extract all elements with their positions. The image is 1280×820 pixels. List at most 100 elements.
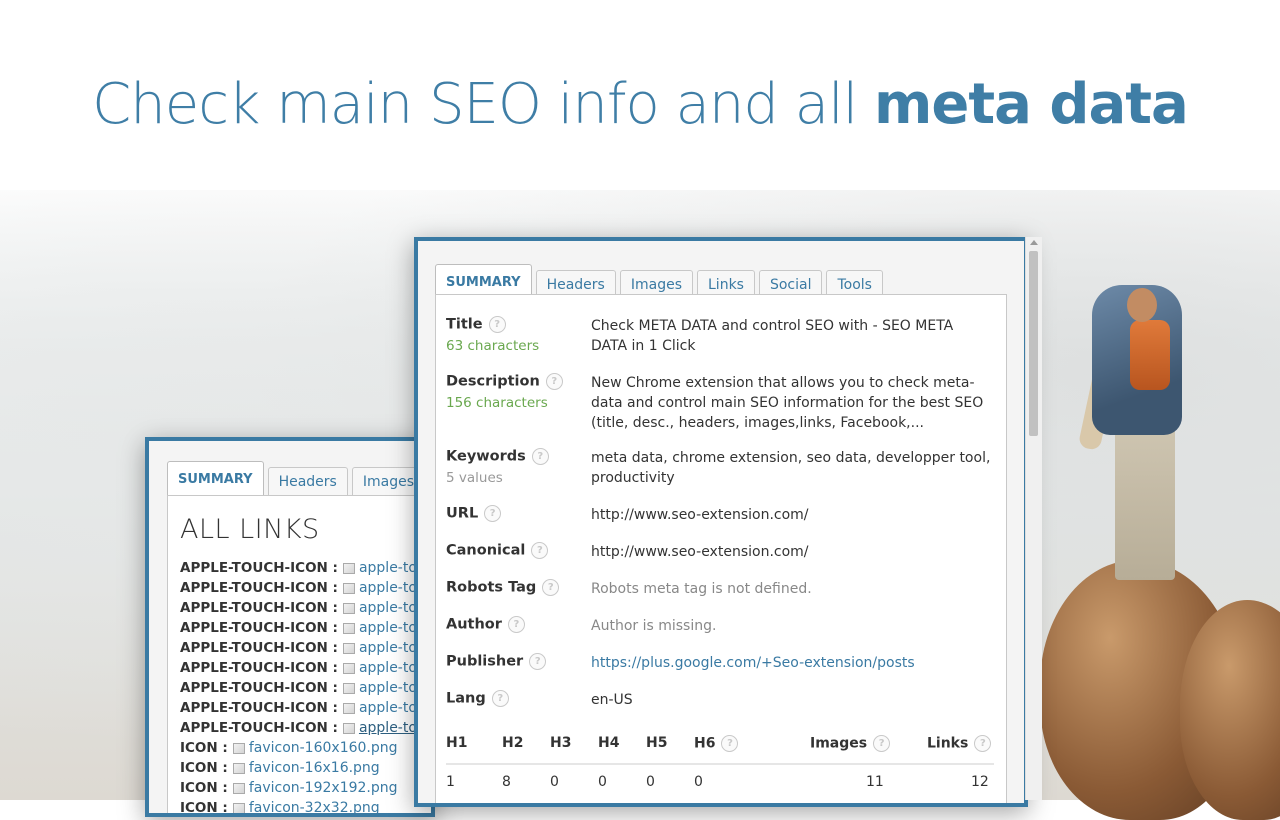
list-item: ICON : favicon-160x160.png [180,738,431,758]
char-count: 63 characters [446,338,540,354]
link-type-label: APPLE-TOUCH-ICON : [180,560,338,576]
tab-headers[interactable]: Headers [267,467,348,495]
header-images-label: Images [810,735,868,752]
row-key-label: Lang [446,690,486,707]
row-value: Robots meta tag is not defined. [591,581,812,597]
value-images: 11 [866,774,884,790]
help-icon[interactable]: ? [974,735,992,752]
scroll-up-arrow-icon[interactable] [1030,240,1038,245]
hero-title: Check main SEO info and all meta data [0,72,1280,137]
help-icon[interactable]: ? [545,373,563,390]
help-icon[interactable]: ? [873,735,891,752]
image-icon [342,642,355,654]
links-heading: ALL LINKS [180,514,320,545]
row-key: Robots Tag? [446,579,560,596]
link-type-label: ICON : [180,800,228,816]
row-key-label: URL [446,505,479,522]
image-icon [342,722,355,734]
row-key: Description? [446,373,563,390]
list-item: APPLE-TOUCH-ICON : apple-touch [180,678,431,698]
link-value[interactable]: favicon-16x16.png [249,760,380,776]
list-item: APPLE-TOUCH-ICON : apple-touch [180,558,431,578]
help-icon[interactable]: ? [507,616,525,633]
value-h1: 1 [446,774,455,790]
row-value: http://www.seo-extension.com/ [591,507,809,523]
tab-summary[interactable]: SUMMARY [435,264,532,298]
image-icon [342,622,355,634]
list-item: ICON : favicon-16x16.png [180,758,431,778]
hero-title-light: Check main SEO info and all [92,72,874,137]
row-key-label: Publisher [446,653,524,670]
list-item: APPLE-TOUCH-ICON : apple-touch [180,658,431,678]
list-item: APPLE-TOUCH-ICON : apple-touch [180,578,431,598]
link-value[interactable]: favicon-160x160.png [249,740,398,756]
value-links: 12 [971,774,989,790]
image-icon [342,702,355,714]
image-icon [232,762,245,774]
row-key: URL? [446,505,502,522]
help-icon[interactable]: ? [484,505,502,522]
row-key-label: Canonical [446,542,526,559]
list-item: ICON : favicon-32x32.png [180,798,431,816]
help-icon[interactable]: ? [491,690,509,707]
row-value: New Chrome extension that allows you to … [591,375,984,431]
image-icon [342,602,355,614]
link-type-label: APPLE-TOUCH-ICON : [180,660,338,676]
help-icon[interactable]: ? [488,316,506,333]
list-item: APPLE-TOUCH-ICON : apple-touch [180,718,431,738]
front-tab-bar: SUMMARY Headers Images Links Social Tool… [435,264,883,298]
header-h1: H1 [446,735,468,751]
image-icon [342,582,355,594]
list-item: ICON : favicon-192x192.png [180,778,431,798]
link-type-label: APPLE-TOUCH-ICON : [180,700,338,716]
publisher-link[interactable]: https://plus.google.com/+Seo-extension/p… [591,653,991,673]
value-h4: 0 [598,774,607,790]
header-h6: H6? [694,735,739,752]
list-item: APPLE-TOUCH-ICON : apple-touch [180,638,431,658]
link-value[interactable]: favicon-192x192.png [249,780,398,796]
header-h6-label: H6 [694,735,716,752]
row-value: http://www.seo-extension.com/ [591,544,809,560]
image-icon [232,782,245,794]
image-icon [232,742,245,754]
help-icon[interactable]: ? [529,653,547,670]
char-count: 156 characters [446,395,548,411]
image-icon [342,682,355,694]
list-item: APPLE-TOUCH-ICON : apple-touch [180,698,431,718]
help-icon[interactable]: ? [542,579,560,596]
header-links-label: Links [927,735,969,752]
row-key-label: Robots Tag [446,579,537,596]
header-h2: H2 [502,735,524,751]
link-type-label: ICON : [180,780,228,796]
header-images: Images? [810,735,891,752]
summary-popup-window: SUMMARY Headers Images Links Social Tool… [414,237,1028,807]
value-h6: 0 [694,774,703,790]
links-popup-window: SUMMARY Headers Images ALL LINKS APPLE-T… [145,437,435,817]
scroll-thumb[interactable] [1029,251,1038,436]
row-key: Author? [446,616,525,633]
help-icon[interactable]: ? [531,542,549,559]
row-key: Publisher? [446,653,547,670]
row-value: en-US [591,692,633,708]
value-h2: 8 [502,774,511,790]
link-value[interactable]: favicon-32x32.png [249,800,380,813]
scrollbar[interactable] [1025,237,1042,800]
help-icon[interactable]: ? [721,735,739,752]
row-key-label: Description [446,373,540,390]
image-icon [342,662,355,674]
tab-summary[interactable]: SUMMARY [167,461,264,495]
header-links: Links? [927,735,992,752]
image-icon [232,802,245,813]
link-type-label: APPLE-TOUCH-ICON : [180,600,338,616]
link-type-label: APPLE-TOUCH-ICON : [180,620,338,636]
hero-title-bold: meta data [873,72,1189,137]
header-h4: H4 [598,735,620,751]
header-h5: H5 [646,735,668,751]
link-type-label: APPLE-TOUCH-ICON : [180,680,338,696]
row-value: meta data, chrome extension, seo data, d… [591,450,991,486]
summary-content: Title? 63 characters Check META DATA and… [435,294,1007,803]
list-item: APPLE-TOUCH-ICON : apple-touch [180,598,431,618]
value-count: 5 values [446,470,503,486]
row-key-label: Author [446,616,502,633]
help-icon[interactable]: ? [531,448,549,465]
